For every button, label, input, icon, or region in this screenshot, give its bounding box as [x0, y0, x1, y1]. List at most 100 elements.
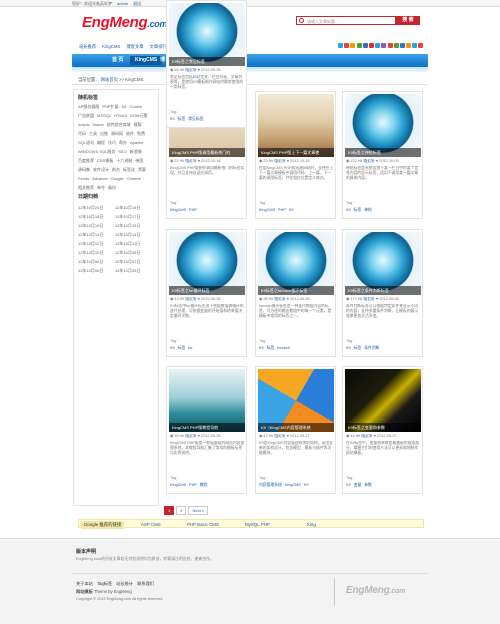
date-archive-link[interactable]: 12年10月10日 [78, 250, 115, 255]
tag-link[interactable]: 源码集 [78, 167, 90, 172]
date-archive-link[interactable]: 12年10月18日 [78, 214, 115, 219]
tag-link[interactable]: SQL语句 [78, 140, 94, 145]
article-tag[interactable]: KingCMS [170, 483, 186, 487]
date-archive-link[interactable]: 12年10月14日 [78, 232, 115, 237]
mainnav-item[interactable]: 首 页 [112, 57, 123, 63]
article-tag[interactable]: 标签 [354, 346, 362, 350]
article-tag[interactable]: K9 [170, 117, 175, 121]
share-icon[interactable] [399, 43, 405, 48]
article-title[interactable]: K9（KingCMS内容管理系统 [258, 423, 334, 432]
date-archive-link[interactable]: 12年10月13日 [115, 232, 152, 237]
friend-link[interactable]: MySQL PHP [245, 522, 270, 528]
tag-link[interactable]: Chrome [127, 176, 141, 181]
tag-link[interactable]: 软件综合商城 [107, 122, 131, 127]
share-icon[interactable] [393, 43, 399, 48]
share-icon[interactable] [356, 43, 362, 48]
tag-link[interactable]: 帮办 [119, 140, 127, 145]
article-tag[interactable]: 标签 [267, 346, 275, 350]
article-author[interactable]: 临近轩 [274, 159, 285, 163]
article-title[interactable]: KingCMS PHP版上下一篇文章使 [258, 148, 334, 157]
article-tag[interactable]: foreach [277, 346, 290, 350]
tag-link[interactable]: 代码 [78, 131, 86, 136]
tag-link[interactable]: 新浪微 [130, 149, 142, 154]
article-tag[interactable]: 条件判断 [364, 346, 379, 350]
tag-link[interactable]: scripts [78, 122, 90, 127]
article-tag[interactable]: 参数 [364, 483, 372, 487]
search-button[interactable]: 搜 索 [396, 16, 420, 25]
tag-link[interactable]: DOM元素 [130, 113, 147, 118]
tag-link[interactable]: K8 [122, 104, 127, 109]
article-card[interactable]: K9标签之for循环标签 ◉ 43 Hit 临近轩 ♥ 2012-09-28 K9标… [166, 229, 247, 357]
friend-link[interactable]: PHP Basic CMS [187, 522, 219, 528]
topnav-item[interactable]: 博客文章 [126, 44, 143, 49]
date-archive-link[interactable]: 12年10月11日 [115, 241, 152, 246]
article-title[interactable]: K9标签之变量和参数 [345, 423, 421, 432]
date-archive-link[interactable]: 12年10月05日 [115, 268, 152, 273]
share-icon[interactable] [375, 43, 381, 48]
friend-link[interactable]: King [307, 522, 316, 528]
tag-link[interactable]: 技巧 [108, 140, 116, 145]
article-tag[interactable]: KingCMS [259, 208, 275, 212]
tag-link[interactable]: 百度推荐 [78, 158, 94, 163]
page-link[interactable]: 2 [176, 506, 187, 515]
date-archive-link[interactable]: 12年10月07日 [115, 259, 152, 264]
footer-link-about[interactable]: 关于本站 [76, 581, 93, 586]
tag-link[interactable]: 相关推荐 [78, 185, 94, 190]
friend-link[interactable]: ASP CMS [141, 522, 161, 528]
tag-link[interactable]: 帝国 [135, 158, 143, 163]
article-title[interactable]: K9标签之神帖标签 [345, 148, 421, 157]
article-tag[interactable]: K9 [346, 208, 351, 212]
article-tag[interactable]: PHP [189, 483, 197, 487]
site-logo[interactable]: EngMeng.com [82, 14, 168, 33]
article-tag[interactable]: K9 [304, 483, 309, 487]
article-card[interactable]: KingCMS PHP版教程导航 ◉ 35 Hit 临近轩 ♥ 2012-09-2… [166, 366, 247, 494]
topnav-item[interactable]: KingCMS [102, 44, 120, 49]
tag-link[interactable]: Advance [92, 176, 108, 181]
share-icon[interactable] [406, 43, 412, 48]
topnav-item[interactable]: 站长推荐 [79, 44, 96, 49]
article-tag[interactable]: PHP [278, 208, 286, 212]
tag-link[interactable]: CSS模板 [97, 158, 113, 163]
article-card[interactable]: K9标签之条件判断标签 ◉ 177 Hit 临近轩 ♥ 2012-09-28 条件判… [342, 229, 423, 357]
article-author[interactable]: 临近轩 [274, 297, 285, 301]
article-tag[interactable]: K9 [259, 346, 264, 350]
tag-link[interactable]: AP服务器版 [78, 104, 99, 109]
footer-link-stats[interactable]: 站长统计 [116, 581, 133, 586]
tag-link[interactable]: Cookie [129, 104, 141, 109]
tag-link[interactable]: 广告联盟 [78, 113, 94, 118]
tag-link[interactable]: 工具 [89, 131, 97, 136]
article-author[interactable]: 临近轩 [361, 434, 372, 438]
article-tag[interactable]: 标签 [354, 208, 362, 212]
tag-link[interactable]: WINDOWS SQL服务 [78, 149, 115, 154]
footer-link-contact[interactable]: 联系我们 [137, 581, 154, 586]
article-tag[interactable]: 变量 [354, 483, 362, 487]
tag-link[interactable]: 前台 [112, 167, 120, 172]
article-tag[interactable]: PHP [189, 208, 197, 212]
tag-link[interactable]: 出售 [100, 131, 108, 136]
article-title[interactable]: KingCMS PHP版调用最新热门的 [169, 148, 245, 157]
breadcrumb-home[interactable]: 网站首页 [101, 77, 118, 82]
tag-link[interactable]: 单令 [97, 185, 105, 190]
article-card[interactable]: K9标签之常见标签 ◉ 54 Hit 临近轩 ♥ 2012-09-26 常见标签包括… [166, 0, 247, 128]
share-icon[interactable] [381, 43, 387, 48]
share-icon[interactable] [344, 43, 350, 48]
article-tag[interactable]: KingCMS [285, 483, 301, 487]
page-link[interactable]: 1 [164, 506, 175, 515]
share-icon[interactable] [350, 43, 356, 48]
share-icon[interactable] [387, 43, 393, 48]
article-author[interactable]: 临近轩 [363, 159, 374, 163]
article-tag[interactable]: 常见标签 [188, 117, 203, 121]
footer-theme-text[interactable]: Theme by EngMeng [94, 589, 132, 594]
article-tag[interactable]: K9 [289, 208, 294, 212]
article-tag[interactable]: 教程 [200, 483, 208, 487]
article-tag[interactable]: 标签 [178, 117, 186, 121]
date-archive-link[interactable]: 12年10月19日 [115, 205, 152, 210]
article-author[interactable]: 临近轩 [274, 434, 285, 438]
date-archive-link[interactable]: 12年10月16日 [78, 223, 115, 228]
article-tag[interactable]: K9 [170, 346, 175, 350]
tag-link[interactable]: Apache [130, 140, 144, 145]
tag-link[interactable]: iframe [93, 122, 104, 127]
next-page-link[interactable]: Next » [188, 506, 209, 515]
tag-link[interactable]: HTML5 [114, 113, 127, 118]
tag-link[interactable]: 软件设计 [93, 167, 109, 172]
